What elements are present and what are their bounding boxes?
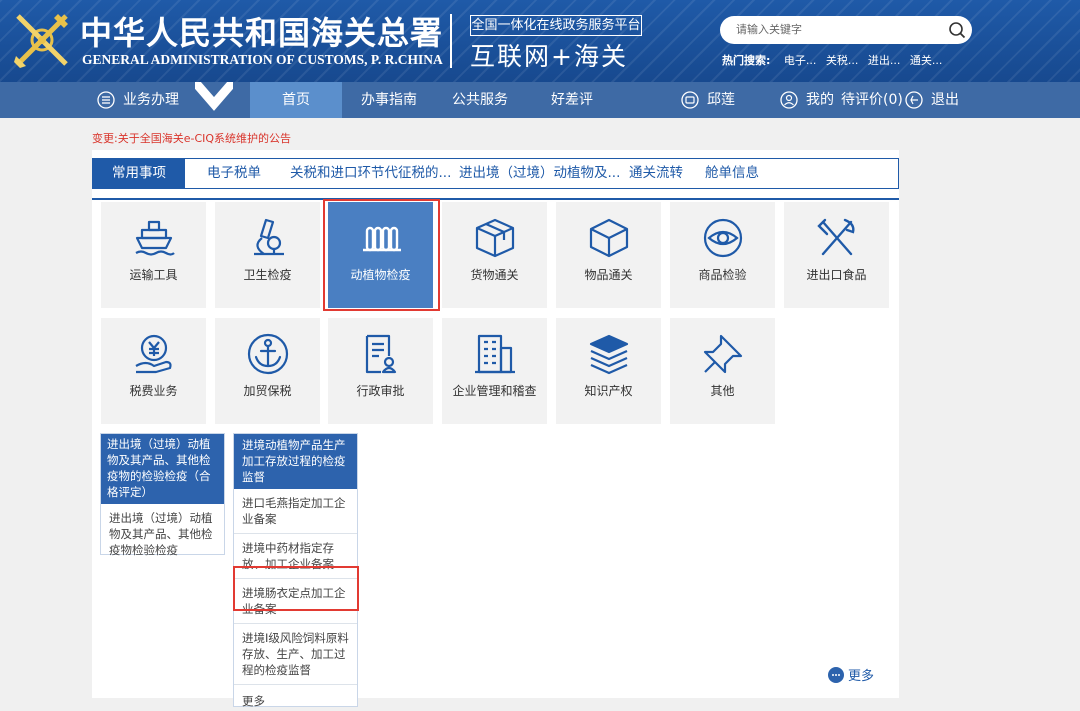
nav-chevron-icon: [195, 82, 233, 111]
sub-card-item[interactable]: 进出境（过境）动植物及其产品、其他检疫物检验检疫: [101, 504, 224, 564]
yuan-hand-icon: [135, 334, 172, 374]
tile-label: 知识产权: [584, 384, 633, 398]
tile-label: 加贸保税: [243, 384, 292, 398]
nav-pending[interactable]: 待评价(0): [841, 82, 903, 118]
nav-rating[interactable]: 好差评: [551, 82, 593, 118]
tile-transport[interactable]: 运输工具: [101, 202, 206, 308]
user-chat-icon: [681, 91, 699, 109]
tile-label: 进出口食品: [806, 268, 867, 282]
book-stack-icon: [589, 334, 629, 375]
nav-user[interactable]: 邱莲: [681, 82, 735, 118]
ship-icon: [135, 220, 175, 256]
more-link[interactable]: 更多: [828, 665, 874, 684]
tab-clearance-flow[interactable]: 通关流转: [629, 159, 683, 188]
tile-admin-approval[interactable]: 行政审批: [328, 318, 433, 424]
nav-mine[interactable]: 我的: [780, 82, 834, 118]
hot-search-item[interactable]: 关税...: [826, 54, 859, 67]
more-label: 更多: [848, 669, 875, 684]
tab-manifest[interactable]: 舱单信息: [705, 159, 759, 188]
tile-other[interactable]: 其他: [670, 318, 775, 424]
notice-link[interactable]: 变更:关于全国海关e-CIQ系统维护的公告: [92, 130, 291, 146]
sub-card-heading: 进境动植物产品生产加工存放过程的检疫监督: [234, 434, 357, 489]
hot-search-item[interactable]: 通关...: [910, 54, 943, 67]
tile-bonded[interactable]: 加贸保税: [215, 318, 320, 424]
tile-goods-clearance[interactable]: 货物通关: [442, 202, 547, 308]
search-input[interactable]: [736, 21, 936, 39]
tile-article-clearance[interactable]: 物品通关: [556, 202, 661, 308]
search-icon[interactable]: [948, 21, 966, 39]
microscope-icon: [254, 218, 284, 256]
tile-enterprise-audit[interactable]: 企业管理和稽查: [442, 318, 547, 424]
tile-label: 商品检验: [698, 268, 747, 282]
sub-card-inspection: 进出境（过境）动植物及其产品、其他检疫物的检验检疫（合格评定） 进出境（过境）动…: [100, 433, 225, 557]
pin-icon: [703, 334, 743, 374]
sub-card-item[interactable]: 进口毛燕指定加工企业备案: [234, 489, 357, 534]
tile-label: 运输工具: [129, 268, 178, 282]
tab-underline: [92, 198, 899, 200]
platform-name: 互联网+海关: [470, 42, 628, 71]
platform-tag: 全国一体化在线政务服务平台: [470, 15, 642, 36]
building-icon: [475, 334, 515, 374]
tile-food[interactable]: 进出口食品: [784, 202, 889, 308]
tab-common[interactable]: 常用事项: [93, 159, 185, 188]
hot-search-item[interactable]: 进出...: [868, 54, 901, 67]
tile-ip[interactable]: 知识产权: [556, 318, 661, 424]
tile-tax[interactable]: 税费业务: [101, 318, 206, 424]
tab-quarantine[interactable]: 进出境（过境）动植物及...: [459, 159, 620, 188]
tile-label: 其他: [710, 384, 735, 398]
cutlery-icon: [817, 218, 855, 256]
highlight-box: [233, 566, 359, 611]
org-name-cn: 中华人民共和国海关总署: [80, 14, 444, 52]
tab-e-tax[interactable]: 电子税单: [207, 159, 261, 188]
org-name-en: GENERAL ADMINISTRATION OF CUSTOMS, P. R.…: [82, 52, 443, 67]
nav-user-label: 邱莲: [707, 92, 735, 108]
sub-card-more[interactable]: 更多: [234, 685, 357, 711]
tile-label: 物品通关: [584, 268, 633, 282]
hot-search-label: 热门搜索:: [722, 54, 771, 67]
header-divider: [450, 14, 452, 68]
package-icon: [475, 218, 515, 258]
nav-public[interactable]: 公共服务: [452, 82, 508, 118]
nav-business[interactable]: 业务办理: [97, 82, 179, 118]
hot-search-item[interactable]: 电子...: [784, 54, 817, 67]
nav-mine-label: 我的: [806, 92, 834, 108]
document-icon: [365, 334, 397, 374]
tile-label: 卫生检疫: [243, 268, 292, 282]
main-nav: 业务办理 首页 办事指南 公共服务 好差评 邱莲 我的 待评价(0) 退出: [0, 82, 1080, 118]
nav-logout[interactable]: 退出: [905, 82, 959, 118]
person-icon: [780, 91, 798, 109]
hot-search: 热门搜索: 电子... 关税... 进出... 通关...: [722, 52, 948, 68]
more-dots-icon: [828, 667, 844, 683]
tile-label: 行政审批: [356, 384, 405, 398]
tile-label: 货物通关: [470, 268, 519, 282]
tab-tariff[interactable]: 关税和进口环节代征税的...: [290, 159, 451, 188]
highlight-box: [323, 199, 440, 311]
nav-business-label: 业务办理: [123, 92, 179, 108]
site-header: 中华人民共和国海关总署 GENERAL ADMINISTRATION OF CU…: [0, 0, 1080, 82]
sub-card-item[interactable]: 进境Ⅰ级风险饲料原料存放、生产、加工过程的检疫监督: [234, 624, 357, 685]
tab-bar: 常用事项 电子税单 关税和进口环节代征税的... 进出境（过境）动植物及... …: [92, 158, 899, 189]
nav-home[interactable]: 首页: [250, 82, 342, 118]
logout-icon: [905, 91, 923, 109]
tile-label: 企业管理和稽查: [452, 384, 537, 398]
nav-logout-label: 退出: [931, 92, 959, 108]
menu-icon: [97, 91, 115, 109]
search-box: [720, 16, 972, 44]
eye-icon: [703, 218, 743, 258]
tile-health-quarantine[interactable]: 卫生检疫: [215, 202, 320, 308]
anchor-icon: [247, 333, 289, 375]
tile-label: 税费业务: [129, 384, 178, 398]
cube-icon: [589, 218, 629, 258]
nav-guide[interactable]: 办事指南: [361, 82, 417, 118]
sub-card-heading: 进出境（过境）动植物及其产品、其他检疫物的检验检疫（合格评定）: [101, 434, 224, 504]
customs-emblem-icon: [14, 14, 68, 68]
tile-commodity-inspection[interactable]: 商品检验: [670, 202, 775, 308]
